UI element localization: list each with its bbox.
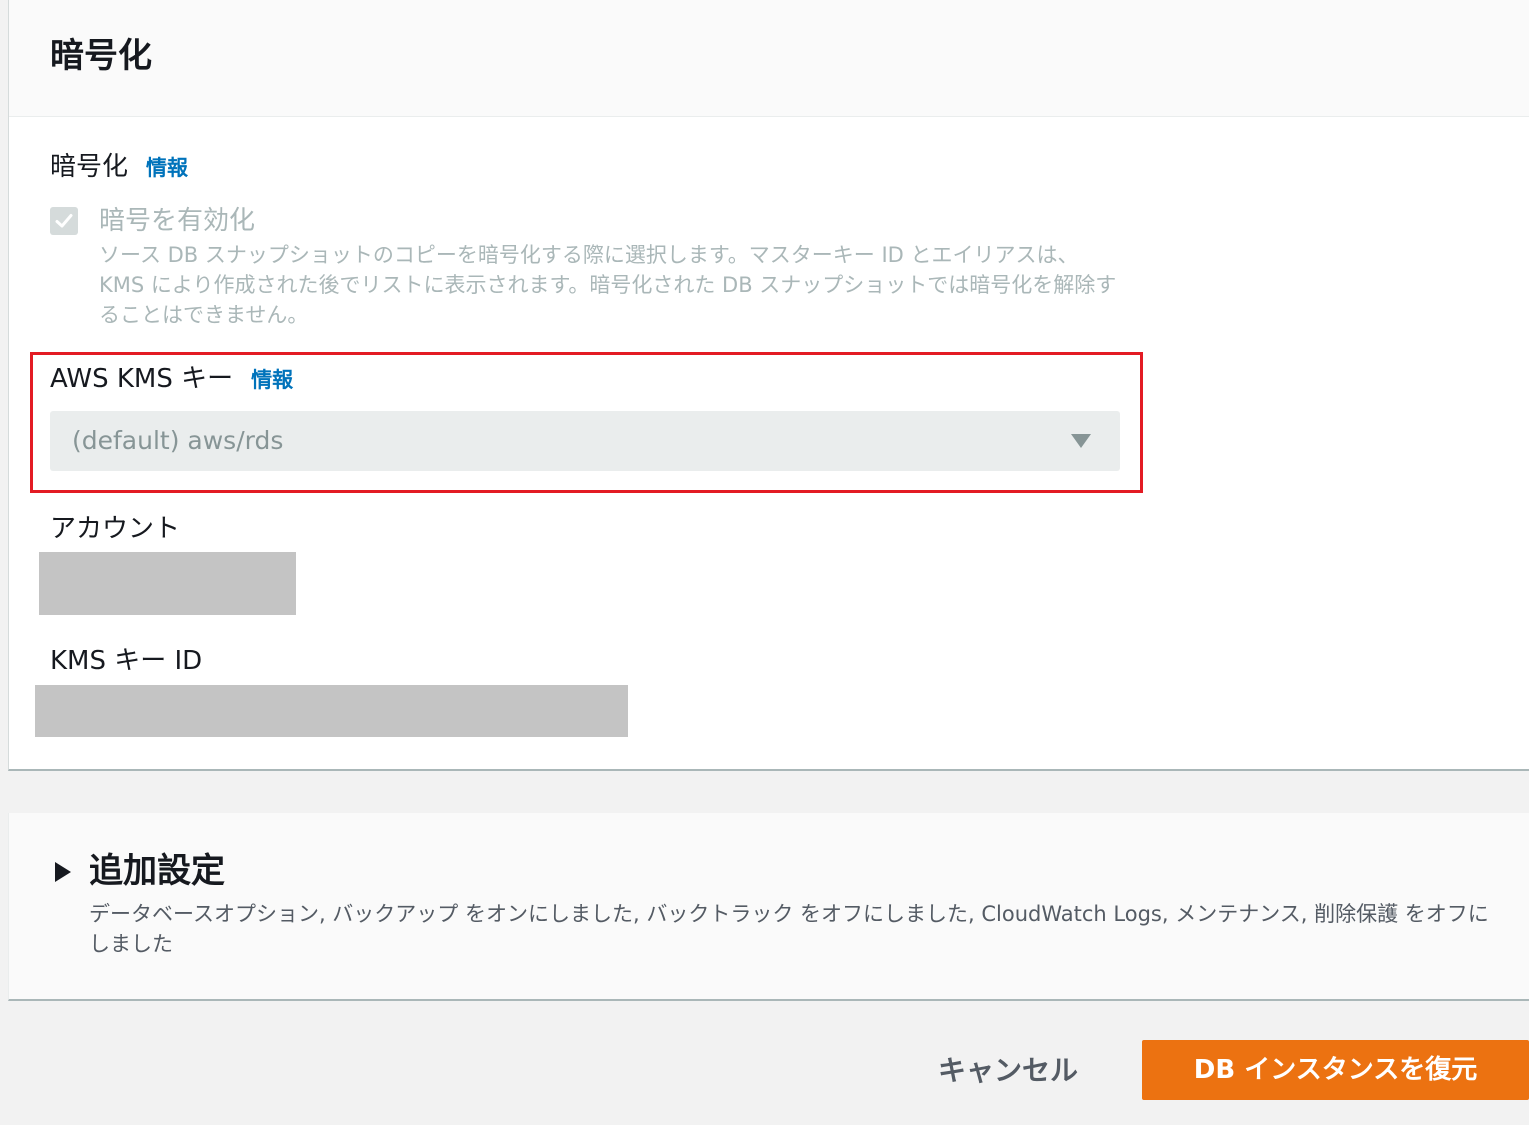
kms-key-label: AWS KMS キー <box>50 364 234 394</box>
account-label: アカウント <box>50 514 181 544</box>
encryption-panel: 暗号化 暗号化 情報 暗号を有効化 ソース DB スナップショットのコピーを暗号化… <box>8 0 1529 771</box>
account-value-redacted <box>39 552 296 615</box>
kms-key-select[interactable]: (default) aws/rds <box>50 411 1120 471</box>
kms-key-id-label: KMS キー ID <box>50 646 203 676</box>
encryption-panel-title: 暗号化 <box>50 36 152 76</box>
kms-key-id-label-row: KMS キー ID <box>50 644 202 681</box>
encryption-info-link[interactable]: 情報 <box>146 156 188 180</box>
checkmark-icon <box>55 214 73 228</box>
additional-settings-description: データベースオプション, バックアップ をオンにしました, バックトラック をオ… <box>89 902 1489 956</box>
additional-settings-title[interactable]: 追加設定 <box>89 849 225 893</box>
triangle-right-icon[interactable] <box>54 861 72 883</box>
additional-settings-panel: 追加設定 データベースオプション, バックアップ をオンにしました, バックトラ… <box>8 813 1529 1001</box>
cancel-button[interactable]: キャンセル <box>920 1048 1096 1094</box>
kms-key-info-link[interactable]: 情報 <box>251 368 293 392</box>
encryption-label: 暗号化 <box>50 152 129 182</box>
page: 暗号化 暗号化 情報 暗号を有効化 ソース DB スナップショットのコピーを暗号化… <box>0 0 1529 1125</box>
encryption-panel-header: 暗号化 <box>9 0 1529 117</box>
encryption-label-row: 暗号化 情報 <box>50 150 188 187</box>
enable-encryption-label: 暗号を有効化 <box>99 206 256 236</box>
enable-encryption-description: ソース DB スナップショットのコピーを暗号化する際に選択します。マスターキー … <box>99 243 1117 327</box>
kms-key-id-value-redacted <box>35 685 628 737</box>
account-label-row: アカウント <box>50 512 180 549</box>
enable-encryption-checkbox[interactable] <box>50 207 78 235</box>
kms-key-label-row: AWS KMS キー 情報 <box>50 362 293 399</box>
kms-key-selected-value: (default) aws/rds <box>72 426 284 455</box>
triangle-down-icon <box>1071 434 1091 448</box>
restore-db-instance-button[interactable]: DB インスタンスを復元 <box>1142 1040 1529 1100</box>
